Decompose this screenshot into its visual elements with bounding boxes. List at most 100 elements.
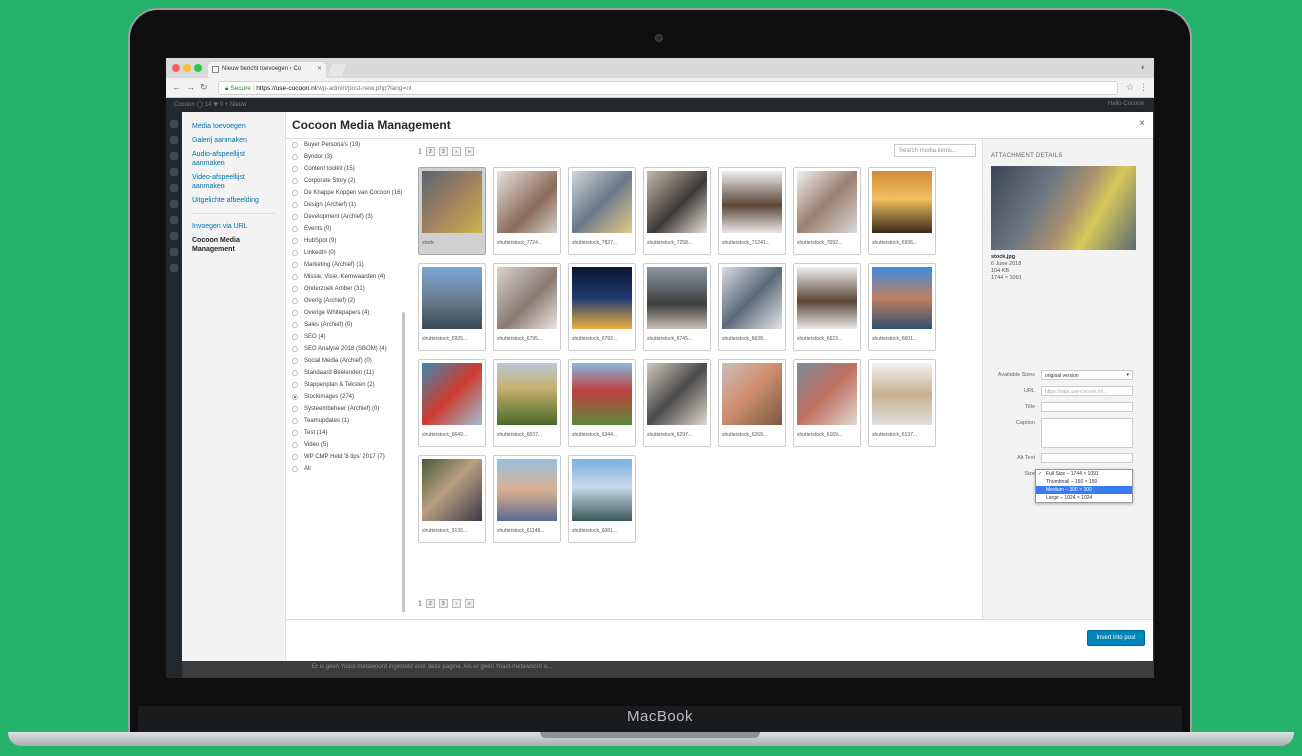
- media-thumbnail[interactable]: shutterstock_6601...: [868, 263, 936, 351]
- maximize-window-button[interactable]: [194, 64, 202, 72]
- category-radio[interactable]: [292, 262, 298, 268]
- new-tab-button[interactable]: [327, 64, 347, 76]
- category-item[interactable]: Teamupdates (1): [286, 415, 410, 427]
- router-link-insert-url[interactable]: Invoegen via URL: [182, 222, 285, 231]
- category-radio[interactable]: [292, 214, 298, 220]
- page-2-button[interactable]: 2: [425, 599, 435, 608]
- category-item[interactable]: Byndor (3): [286, 151, 410, 163]
- category-radio[interactable]: [292, 190, 298, 196]
- menu-icon[interactable]: ⋮: [1139, 82, 1148, 93]
- category-radio[interactable]: [292, 310, 298, 316]
- category-item[interactable]: Onderzoek Amber (31): [286, 283, 410, 295]
- category-radio[interactable]: [292, 394, 298, 400]
- category-item[interactable]: Buyer Persona's (19): [286, 139, 410, 151]
- size-option[interactable]: Large – 1024 × 1024: [1036, 494, 1132, 502]
- minimize-window-button[interactable]: [183, 64, 191, 72]
- pages-icon[interactable]: [170, 168, 178, 176]
- category-radio[interactable]: [292, 298, 298, 304]
- title-field[interactable]: [1041, 402, 1133, 412]
- category-item[interactable]: Design (Archief) (1): [286, 199, 410, 211]
- page-3-button[interactable]: 3: [438, 599, 448, 608]
- media-thumbnail[interactable]: shutterstock_6936...: [868, 167, 936, 255]
- tools-icon[interactable]: [170, 248, 178, 256]
- router-link-add-media[interactable]: Media toevoegen: [182, 122, 285, 131]
- category-scrollbar[interactable]: [402, 312, 405, 612]
- media-thumbnail[interactable]: shutterstock_6297...: [643, 359, 711, 447]
- last-page-button[interactable]: »: [464, 147, 474, 156]
- page-3-button[interactable]: 3: [438, 147, 448, 156]
- category-radio[interactable]: [292, 442, 298, 448]
- media-thumbnail[interactable]: shutterstock_6792...: [568, 263, 636, 351]
- next-page-button[interactable]: ›: [451, 147, 461, 156]
- users-icon[interactable]: [170, 232, 178, 240]
- category-radio[interactable]: [292, 154, 298, 160]
- router-link-cocoon[interactable]: Cocoon Media Management: [182, 236, 285, 254]
- media-thumbnail[interactable]: shutterstock_6169...: [793, 359, 861, 447]
- category-radio[interactable]: [292, 166, 298, 172]
- category-radio[interactable]: [292, 358, 298, 364]
- category-radio[interactable]: [292, 454, 298, 460]
- category-item[interactable]: Standaard Beelenden (11): [286, 367, 410, 379]
- category-item[interactable]: Social Media (Archief) (0): [286, 355, 410, 367]
- media-thumbnail[interactable]: shutterstock_6925...: [418, 263, 486, 351]
- dashboard-icon[interactable]: [170, 120, 178, 128]
- category-radio[interactable]: [292, 334, 298, 340]
- category-item[interactable]: All: [286, 463, 410, 475]
- router-link-featured-image[interactable]: Uitgelichte afbeelding: [182, 196, 285, 205]
- category-item[interactable]: Overig (Archief) (2): [286, 295, 410, 307]
- caption-field[interactable]: [1041, 418, 1133, 448]
- media-thumbnail[interactable]: shutterstock_6623...: [793, 263, 861, 351]
- media-thumbnail[interactable]: shutterstock_6269...: [718, 359, 786, 447]
- category-radio[interactable]: [292, 346, 298, 352]
- media-thumbnail[interactable]: shutterstock_61148...: [493, 455, 561, 543]
- category-radio[interactable]: [292, 178, 298, 184]
- close-window-button[interactable]: [172, 64, 180, 72]
- media-thumbnail[interactable]: shutterstock_7724...: [493, 167, 561, 255]
- category-radio[interactable]: [292, 250, 298, 256]
- router-link-video-playlist[interactable]: Video-afspeellijst aanmaken: [182, 173, 285, 191]
- admin-bar-left[interactable]: Cocoon ◯ 14 ✚ 0 + Nieuw: [174, 102, 247, 108]
- category-item[interactable]: Test (14): [286, 427, 410, 439]
- address-bar[interactable]: 🔒︎ Secure | https://use-cocoon.nl/wp-adm…: [218, 81, 1118, 95]
- category-radio[interactable]: [292, 226, 298, 232]
- next-page-button[interactable]: ›: [451, 599, 461, 608]
- category-radio[interactable]: [292, 406, 298, 412]
- category-radio[interactable]: [292, 370, 298, 376]
- media-thumbnail[interactable]: shutterstock_6637...: [493, 359, 561, 447]
- router-link-audio-playlist[interactable]: Audio-afspeellijst aanmaken: [182, 150, 285, 168]
- settings-icon[interactable]: [170, 264, 178, 272]
- router-link-create-gallery[interactable]: Galerij aanmaken: [182, 136, 285, 145]
- alt-text-field[interactable]: [1041, 453, 1133, 463]
- size-option[interactable]: Thumbnail – 150 × 150: [1036, 478, 1132, 486]
- category-item[interactable]: SEO (4): [286, 331, 410, 343]
- category-item[interactable]: Development (Archief) (3): [286, 211, 410, 223]
- media-thumbnail[interactable]: shutterstock_6081...: [568, 455, 636, 543]
- posts-icon[interactable]: [170, 136, 178, 144]
- category-item[interactable]: Video (5): [286, 439, 410, 451]
- category-item[interactable]: De Knappe Koppen van Cocoon (16): [286, 187, 410, 199]
- media-thumbnail[interactable]: shutterstock_6638...: [718, 263, 786, 351]
- category-item[interactable]: Sales (Archief) (0): [286, 319, 410, 331]
- category-item[interactable]: Stockimages (274): [286, 391, 410, 403]
- media-thumbnail[interactable]: shutterstock_6745...: [643, 263, 711, 351]
- last-page-button[interactable]: »: [464, 599, 474, 608]
- media-thumbnail[interactable]: shutterstock_6649...: [418, 359, 486, 447]
- category-item[interactable]: Content toolkit (15): [286, 163, 410, 175]
- category-item[interactable]: Overige Whitepapers (4): [286, 307, 410, 319]
- media-thumbnail[interactable]: shutterstock_6130...: [418, 455, 486, 543]
- admin-bar-user[interactable]: Hallo Cocoon: [1108, 101, 1144, 107]
- size-option[interactable]: ✓ Full Size – 1744 × 1091: [1036, 470, 1132, 478]
- category-radio[interactable]: [292, 202, 298, 208]
- size-option[interactable]: Medium – 300 × 300: [1036, 486, 1132, 494]
- reload-icon[interactable]: ↻: [200, 82, 208, 93]
- category-radio[interactable]: [292, 322, 298, 328]
- comments-icon[interactable]: [170, 184, 178, 192]
- category-item[interactable]: Marketing (Archief) (1): [286, 259, 410, 271]
- media-thumbnail[interactable]: shutterstock_6795...: [493, 263, 561, 351]
- media-thumbnail[interactable]: shutterstock_6344...: [568, 359, 636, 447]
- media-thumbnail[interactable]: shutterstock_71241...: [718, 167, 786, 255]
- category-radio[interactable]: [292, 418, 298, 424]
- category-item[interactable]: Corporate Story (2): [286, 175, 410, 187]
- category-item[interactable]: Events (0): [286, 223, 410, 235]
- available-sizes-select[interactable]: original version ▾: [1041, 370, 1133, 380]
